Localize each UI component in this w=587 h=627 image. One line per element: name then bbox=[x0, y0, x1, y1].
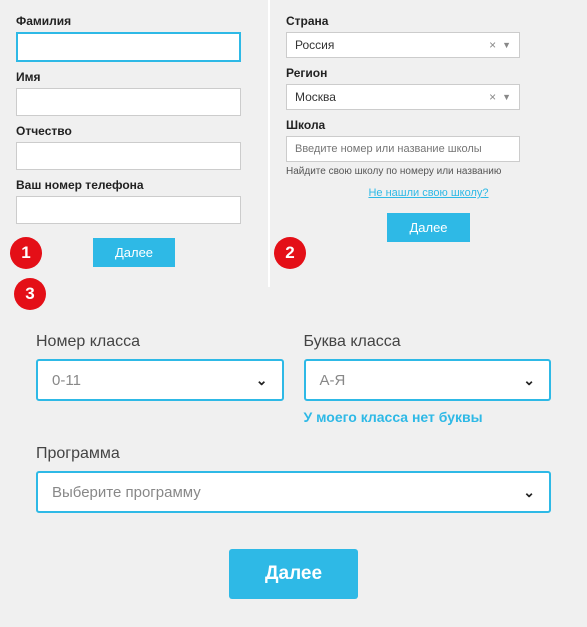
next-button-1[interactable]: Далее bbox=[93, 238, 175, 267]
next-button-3[interactable]: Далее bbox=[229, 549, 358, 599]
country-value: Россия bbox=[295, 38, 334, 52]
clear-country-icon[interactable]: × bbox=[489, 38, 496, 52]
class-letter-value: А-Я bbox=[320, 372, 346, 389]
country-label: Страна bbox=[286, 14, 571, 28]
chevron-down-icon: ⌄ bbox=[523, 484, 535, 501]
school-hint: Найдите свою школу по номеру или названи… bbox=[286, 166, 571, 177]
step-badge-2: 2 bbox=[274, 237, 306, 269]
chevron-down-icon: ⌄ bbox=[256, 372, 268, 389]
region-value: Москва bbox=[295, 90, 336, 104]
no-letter-link[interactable]: У моего класса нет буквы bbox=[304, 409, 552, 425]
school-not-found-link[interactable]: Не нашли свою школу? bbox=[286, 187, 571, 199]
step-2-panel: Страна Россия × ▼ Регион Москва × ▼ Школ… bbox=[270, 0, 587, 287]
class-number-label: Номер класса bbox=[36, 333, 284, 351]
school-label: Школа bbox=[286, 118, 571, 132]
phone-label: Ваш номер телефона bbox=[16, 178, 252, 192]
class-letter-select[interactable]: А-Я ⌄ bbox=[304, 359, 552, 401]
name-input[interactable] bbox=[16, 88, 241, 116]
next-button-2[interactable]: Далее bbox=[387, 213, 469, 242]
chevron-down-icon: ⌄ bbox=[523, 372, 535, 389]
chevron-down-icon: ▼ bbox=[502, 92, 511, 102]
step-1-panel: Фамилия Имя Отчество Ваш номер телефона … bbox=[0, 0, 268, 287]
region-label: Регион bbox=[286, 66, 571, 80]
class-number-value: 0-11 bbox=[52, 372, 81, 389]
step-badge-1: 1 bbox=[10, 237, 42, 269]
step-badge-3: 3 bbox=[14, 278, 46, 310]
class-letter-label: Буква класса bbox=[304, 333, 552, 351]
chevron-down-icon: ▼ bbox=[502, 40, 511, 50]
program-label: Программа bbox=[36, 445, 551, 463]
patronymic-input[interactable] bbox=[16, 142, 241, 170]
phone-input[interactable] bbox=[16, 196, 241, 224]
surname-label: Фамилия bbox=[16, 14, 252, 28]
name-label: Имя bbox=[16, 70, 252, 84]
surname-input[interactable] bbox=[16, 32, 241, 62]
region-select[interactable]: Москва × ▼ bbox=[286, 84, 520, 110]
school-input[interactable] bbox=[286, 136, 520, 162]
step-3-panel: Номер класса 0-11 ⌄ Буква класса А-Я ⌄ У… bbox=[0, 287, 587, 627]
program-select[interactable]: Выберите программу ⌄ bbox=[36, 471, 551, 513]
patronymic-label: Отчество bbox=[16, 124, 252, 138]
country-select[interactable]: Россия × ▼ bbox=[286, 32, 520, 58]
clear-region-icon[interactable]: × bbox=[489, 90, 496, 104]
class-number-select[interactable]: 0-11 ⌄ bbox=[36, 359, 284, 401]
program-value: Выберите программу bbox=[52, 484, 201, 501]
